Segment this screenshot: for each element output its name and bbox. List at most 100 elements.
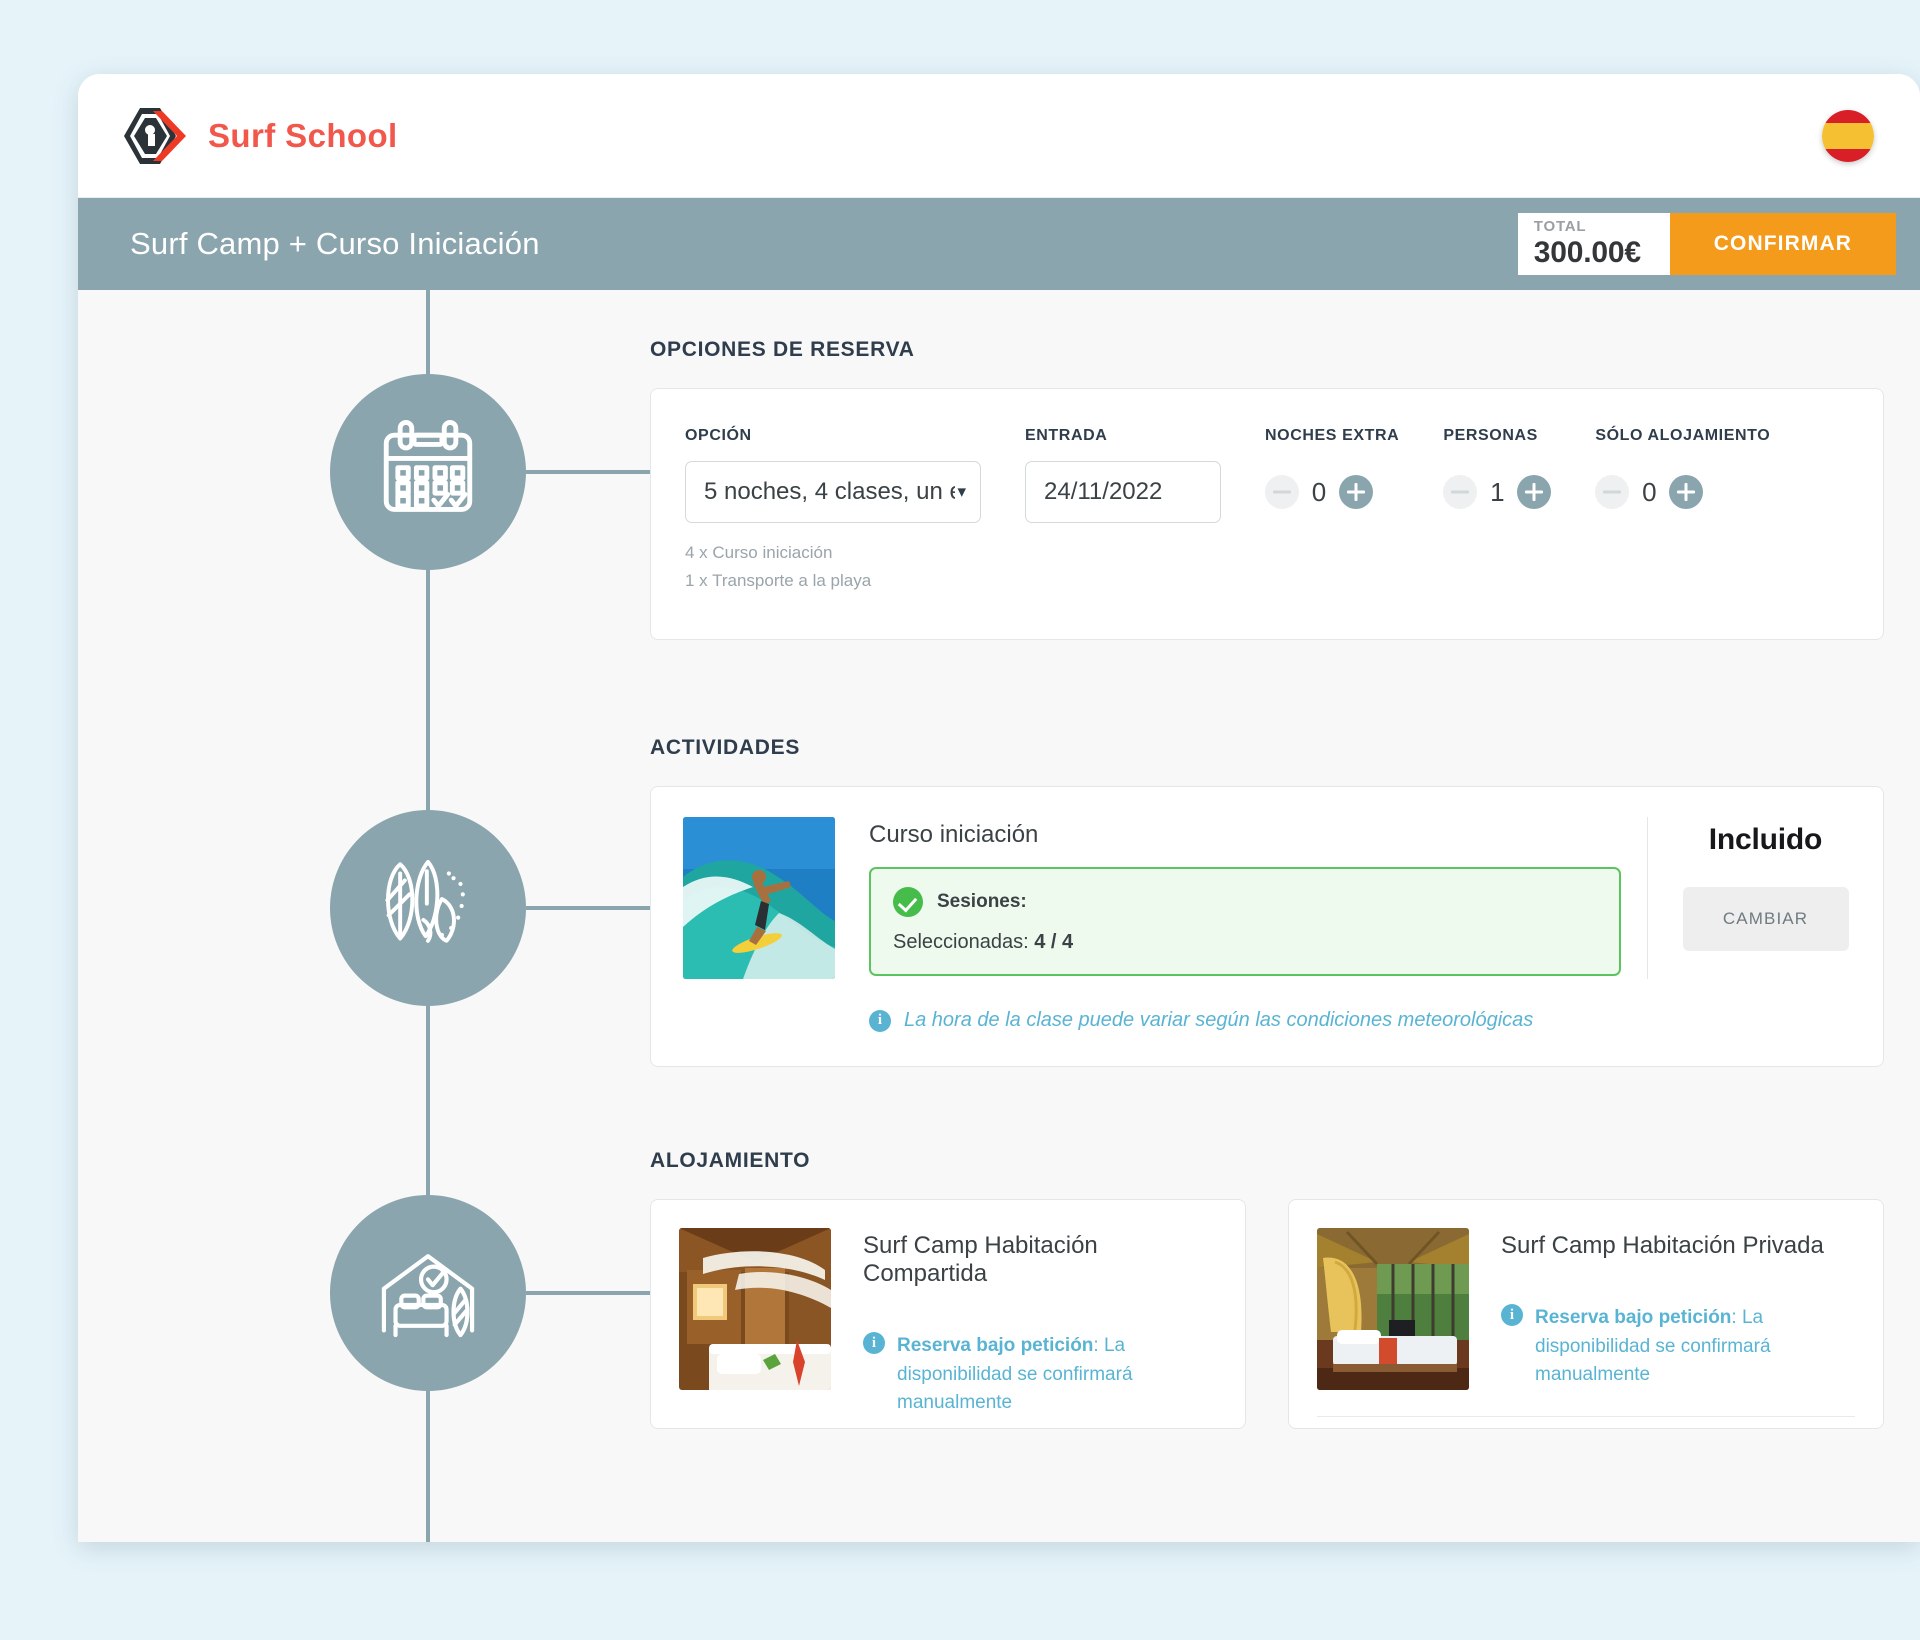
app-root: Surf School Surf Camp + Curso Iniciación… [0,0,1920,1640]
lodging-only-stepper-group: SÓLO ALOJAMIENTO 0 [1595,427,1770,523]
activity-note: i La hora de la clase puede variar según… [651,979,1883,1066]
lodging-only-stepper: 0 [1595,461,1770,523]
chevron-down-icon: ▾ [957,482,966,501]
option-label: OPCIÓN [685,427,752,444]
surf-school-logo-icon [118,105,190,167]
activities-step [330,810,526,1006]
accommodation-info: Surf Camp Habitación Compartida i Reserv… [831,1228,1245,1418]
app-window: Surf School Surf Camp + Curso Iniciación… [78,74,1920,1542]
booking-options-step [330,374,526,570]
persons-label: PERSONAS [1443,427,1538,444]
accommodation-note-strong: Reserva bajo petición [1535,1307,1732,1329]
accommodation-note-text: Reserva bajo petición: La disponibilidad… [1535,1304,1865,1390]
accommodation-top: Surf Camp Habitación Privada i Reserva b… [1289,1228,1883,1391]
accommodation-card-shared[interactable]: Surf Camp Habitación Compartida i Reserv… [650,1199,1246,1430]
activity-card: Curso iniciación Sesiones: Seleccionadas… [650,786,1884,1068]
timeline-connector-2 [526,906,650,910]
total-amount: 300.00€ [1533,235,1641,269]
option-included-item: 1 x Transporte a la playa [685,571,872,591]
brand-bar-right [1822,109,1874,162]
activity-price-label: Incluido [1708,823,1823,857]
accommodation-note-strong: Reserva bajo petición [897,1335,1094,1357]
accommodation-name: Surf Camp Habitación Privada [1501,1232,1824,1260]
accommodation-name: Surf Camp Habitación Compartida [863,1232,1098,1288]
minus-icon[interactable] [1595,475,1630,509]
plus-icon[interactable] [1517,475,1552,509]
confirm-button[interactable]: CONFIRMAR [1669,213,1896,275]
sessions-selected-value: 4 / 4 [1034,931,1074,954]
accommodation-note-text: Reserva bajo petición: La disponibilidad… [897,1332,1227,1418]
section-title-activities: ACTIVIDADES [650,736,801,760]
sessions-status-box: Sesiones: Seleccionadas: 4 / 4 [869,867,1621,977]
lodging-bed-icon [370,1233,486,1354]
option-select-value: 5 noches, 4 clases, un extr [704,478,955,505]
option-field: OPCIÓN 5 noches, 4 clases, un extr ▾ 4 x… [685,427,981,595]
extra-nights-stepper-group: NOCHES EXTRA 0 [1265,427,1399,523]
entry-date-field: ENTRADA 24/11/2022 [1025,427,1221,523]
surfboards-icon [370,848,486,969]
activity-price-actions: Incluido CAMBIAR [1647,817,1883,980]
change-button[interactable]: CAMBIAR [1682,887,1849,952]
check-circle-icon [893,887,923,918]
brand-bar: Surf School [78,74,1920,198]
total-label: TOTAL [1533,218,1587,236]
option-select[interactable]: 5 noches, 4 clases, un extr ▾ [685,461,981,523]
title-bar-actions: TOTAL 300.00€ CONFIRMAR [1517,213,1896,275]
accommodation-divider [1317,1416,1855,1418]
activity-name: Curso iniciación [869,821,1039,849]
entry-date-label: ENTRADA [1025,427,1108,444]
brand-logo-group[interactable]: Surf School [118,105,398,167]
sessions-selected: Seleccionadas: 4 / 4 [893,931,1597,954]
page-title: Surf Camp + Curso Iniciación [130,226,540,261]
option-included-list: 4 x Curso iniciación 1 x Transporte a la… [685,539,981,595]
extra-nights-stepper: 0 [1265,461,1399,523]
section-title-booking-options: OPCIONES DE RESERVA [650,338,915,361]
calendar-check-icon [370,412,486,533]
private-room-photo [1317,1228,1469,1391]
minus-icon[interactable] [1265,475,1299,509]
accommodation-note: i Reserva bajo petición: La disponibilid… [1501,1304,1865,1390]
sessions-head: Sesiones: [893,887,1597,918]
section-title-accommodation: ALOJAMIENTO [650,1149,811,1173]
accommodation-note: i Reserva bajo petición: La disponibilid… [863,1332,1227,1418]
option-included-item: 4 x Curso iniciación [685,543,833,562]
booking-title-bar: Surf Camp + Curso Iniciación TOTAL 300.0… [78,198,1920,290]
accommodation-grid: Surf Camp Habitación Compartida i Reserv… [650,1199,1884,1430]
sessions-selected-label: Seleccionadas: [893,931,1029,954]
info-icon: i [863,1332,885,1355]
accommodation-step [330,1195,526,1391]
timeline-connector-1 [526,470,650,474]
plus-icon[interactable] [1669,475,1704,509]
booking-options-card: OPCIÓN 5 noches, 4 clases, un extr ▾ 4 x… [650,388,1884,641]
extra-nights-value: 0 [1311,476,1327,507]
persons-stepper-group: PERSONAS 1 [1443,427,1552,523]
lodging-only-value: 0 [1642,476,1657,507]
accommodation-card-private[interactable]: Surf Camp Habitación Privada i Reserva b… [1288,1199,1884,1430]
booking-options-row: OPCIÓN 5 noches, 4 clases, un extr ▾ 4 x… [685,427,1849,595]
info-icon: i [869,1009,891,1032]
brand-name: Surf School [208,116,398,154]
timeline-connector-3 [526,1291,650,1295]
entry-date-value: 24/11/2022 [1044,478,1163,505]
activity-top: Curso iniciación Sesiones: Seleccionadas… [651,817,1883,980]
booking-body: OPCIONES DE RESERVA OPCIÓN 5 noches, 4 c… [78,290,1920,1542]
surfer-wave-photo [683,817,835,980]
accommodation-info: Surf Camp Habitación Privada i Reserva b… [1469,1228,1883,1390]
entry-date-input[interactable]: 24/11/2022 [1025,461,1221,523]
info-icon: i [1501,1304,1523,1327]
plus-icon[interactable] [1339,475,1373,509]
spain-flag-icon[interactable] [1822,109,1874,162]
accommodation-top: Surf Camp Habitación Compartida i Reserv… [651,1228,1245,1418]
minus-icon[interactable] [1443,475,1478,509]
sessions-title: Sesiones: [937,891,1027,913]
lodging-only-label: SÓLO ALOJAMIENTO [1595,427,1771,444]
persons-value: 1 [1490,476,1505,507]
total-box: TOTAL 300.00€ [1517,213,1670,275]
extra-nights-label: NOCHES EXTRA [1265,427,1400,444]
persons-stepper: 1 [1443,461,1552,523]
shared-room-photo [679,1228,831,1391]
activity-note-text: La hora de la clase puede variar según l… [904,1009,1534,1032]
content-column: OPCIONES DE RESERVA OPCIÓN 5 noches, 4 c… [650,290,1884,1430]
